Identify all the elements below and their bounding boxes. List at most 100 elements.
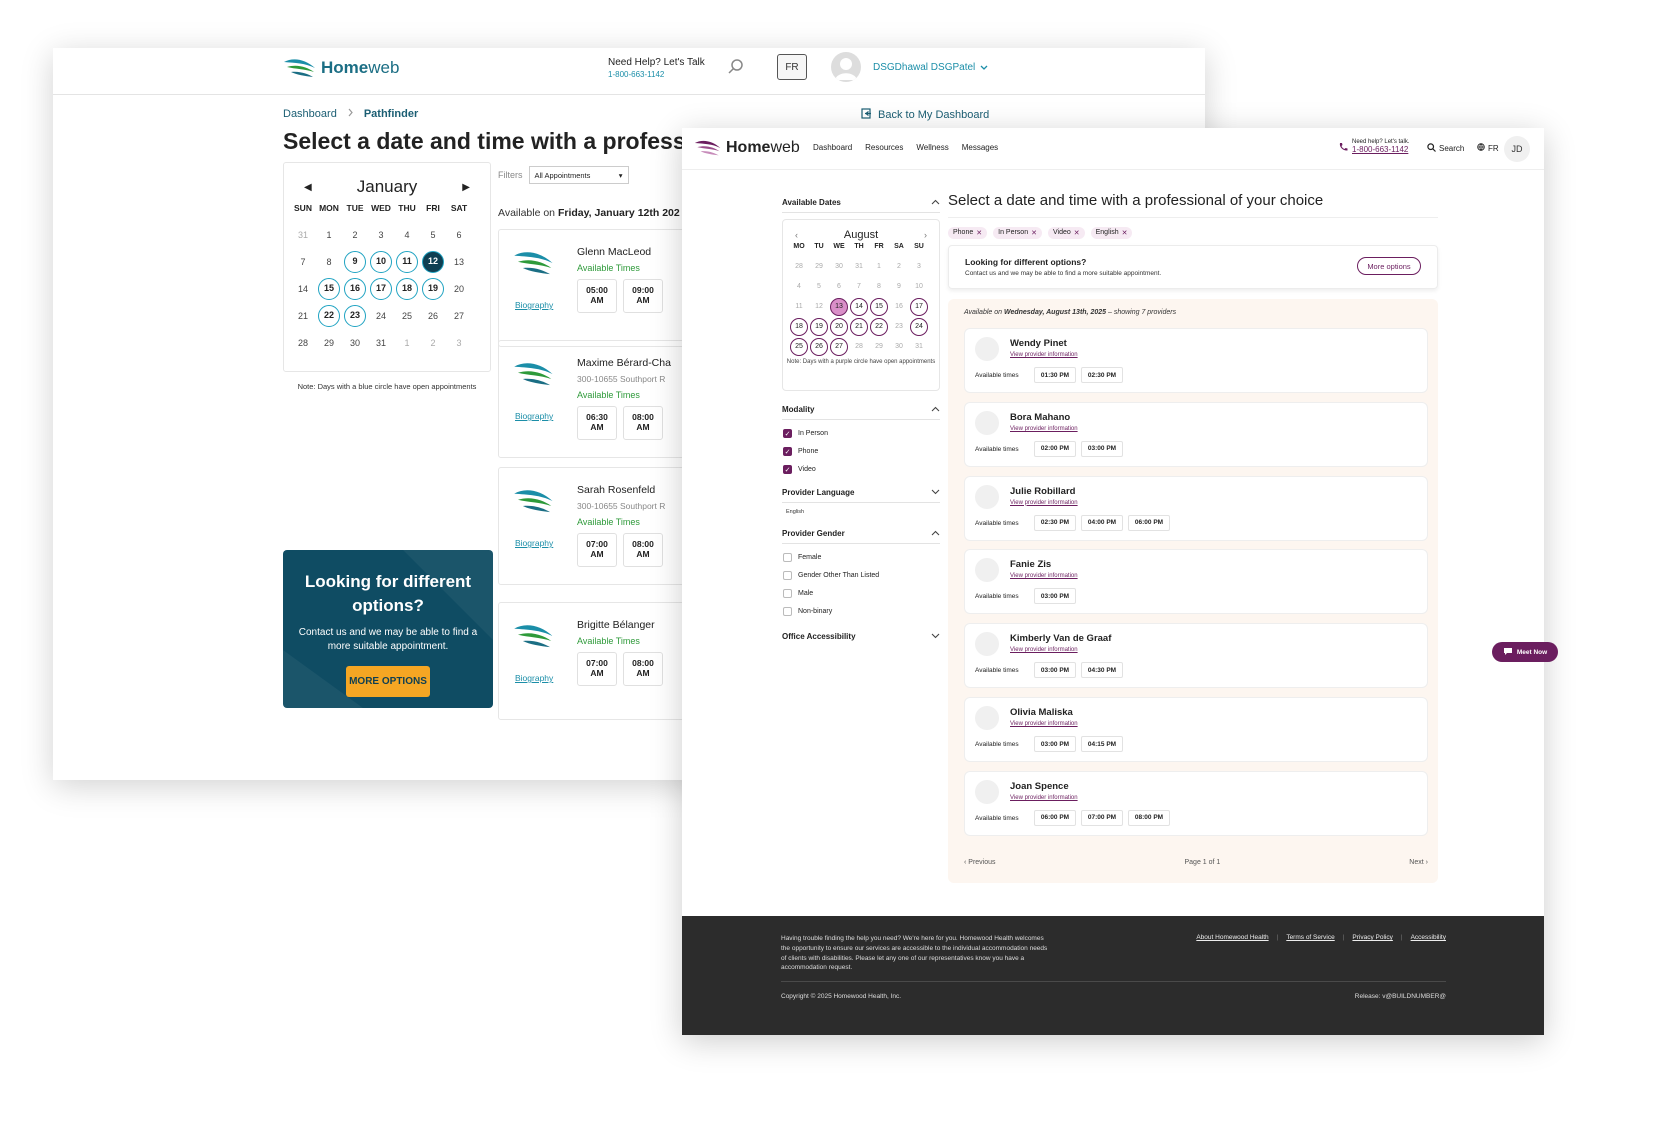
close-icon[interactable]: ✕ — [1074, 229, 1080, 237]
time-slot-button[interactable]: 04:15 PM — [1081, 736, 1123, 752]
footer-link-privacy[interactable]: Privacy Policy — [1352, 934, 1392, 941]
biography-link[interactable]: Biography — [515, 411, 553, 421]
calendar-day[interactable]: 13 — [830, 298, 848, 316]
view-provider-link[interactable]: View provider information — [1010, 647, 1078, 653]
user-name[interactable]: DSGDhawal DSGPatel — [873, 62, 975, 73]
time-slot-button[interactable]: 02:30 PM — [1081, 367, 1123, 383]
time-slot-button[interactable]: 03:00 PM — [1034, 736, 1076, 752]
calendar-day[interactable]: 22 — [870, 318, 888, 336]
prev-month-button[interactable]: ◀ — [304, 182, 312, 193]
language-button[interactable]: FR — [777, 54, 807, 80]
meet-now-button[interactable]: Meet Now — [1492, 642, 1558, 662]
time-slot-button[interactable]: 03:00 PM — [1034, 662, 1076, 679]
time-slot-button[interactable]: 02:30 PM — [1034, 514, 1076, 531]
time-slot-button[interactable]: 05:00 AM — [577, 279, 617, 313]
checkbox-empty-icon[interactable] — [783, 571, 792, 580]
time-slot-button[interactable]: 06:00 PM — [1128, 514, 1170, 531]
checkbox-option[interactable]: ✓ Video — [783, 465, 940, 474]
calendar-day[interactable]: 18 — [790, 318, 808, 336]
gender-section-header[interactable]: Provider Gender — [782, 529, 940, 544]
checkbox-checked-icon[interactable]: ✓ — [783, 447, 792, 456]
back-logo[interactable]: Homeweb — [283, 56, 399, 80]
checkbox-option[interactable]: Female — [783, 553, 940, 562]
back-to-dashboard-link[interactable]: Back to My Dashboard — [861, 108, 989, 122]
calendar-day[interactable]: 11 — [396, 251, 418, 273]
more-options-button[interactable]: More options — [1357, 257, 1421, 275]
search-icon[interactable] — [727, 58, 747, 78]
checkbox-option[interactable]: ✓ Phone — [783, 447, 940, 456]
office-section-header[interactable]: Office Accessibility — [782, 632, 940, 646]
close-icon[interactable]: ✕ — [1122, 229, 1128, 237]
nav-messages[interactable]: Messages — [962, 143, 998, 152]
calendar-day[interactable]: 15 — [318, 278, 340, 300]
dates-section-header[interactable]: Available Dates — [782, 198, 940, 213]
time-slot-button[interactable]: 02:00 PM — [1034, 440, 1076, 457]
checkbox-empty-icon[interactable] — [783, 607, 792, 616]
calendar-day[interactable]: 23 — [344, 305, 366, 327]
calendar-day[interactable]: 10 — [370, 251, 392, 273]
time-slot-button[interactable]: 03:00 PM — [1081, 440, 1123, 457]
filter-chip[interactable]: English ✕ — [1090, 227, 1133, 239]
biography-link[interactable]: Biography — [515, 300, 553, 310]
time-slot-button[interactable]: 08:00 AM — [623, 533, 663, 567]
calendar-day[interactable]: 18 — [396, 278, 418, 300]
filters-select[interactable]: All Appointments ▾ — [528, 166, 629, 184]
calendar-day[interactable]: 26 — [810, 338, 828, 356]
time-slot-button[interactable]: 08:00 PM — [1128, 809, 1170, 826]
search-button[interactable]: Search — [1427, 143, 1464, 154]
checkbox-empty-icon[interactable] — [783, 553, 792, 562]
calendar-day[interactable]: 22 — [318, 305, 340, 327]
checkbox-checked-icon[interactable]: ✓ — [783, 429, 792, 438]
help-phone[interactable]: 1-800-663-1142 — [1352, 145, 1410, 154]
footer-link-accessibility[interactable]: Accessibility — [1411, 934, 1446, 941]
time-slot-button[interactable]: 04:00 PM — [1081, 514, 1123, 531]
filter-chip[interactable]: Phone ✕ — [948, 227, 988, 239]
front-logo[interactable]: Homeweb — [694, 138, 800, 158]
time-slot-button[interactable]: 06:00 PM — [1034, 809, 1076, 826]
language-section-header[interactable]: Provider Language — [782, 488, 940, 503]
calendar-day[interactable]: 15 — [870, 298, 888, 316]
footer-link-terms[interactable]: Terms of Service — [1286, 934, 1334, 941]
calendar-day[interactable]: 25 — [790, 338, 808, 356]
help-phone[interactable]: 1-800-663-1142 — [608, 70, 705, 79]
nav-dashboard[interactable]: Dashboard — [813, 143, 852, 152]
checkbox-checked-icon[interactable]: ✓ — [783, 465, 792, 474]
calendar-day[interactable]: 19 — [422, 278, 444, 300]
calendar-day[interactable]: 17 — [910, 298, 928, 316]
biography-link[interactable]: Biography — [515, 538, 553, 548]
view-provider-link[interactable]: View provider information — [1010, 426, 1078, 432]
next-button[interactable]: Next › — [1409, 859, 1428, 866]
calendar-day[interactable]: 17 — [370, 278, 392, 300]
nav-wellness[interactable]: Wellness — [916, 143, 948, 152]
previous-button[interactable]: ‹ Previous — [964, 859, 996, 866]
calendar-day[interactable]: 27 — [830, 338, 848, 356]
calendar-day[interactable]: 19 — [810, 318, 828, 336]
biography-link[interactable]: Biography — [515, 673, 553, 683]
time-slot-button[interactable]: 07:00 AM — [577, 533, 617, 567]
footer-link-about[interactable]: About Homewood Health — [1196, 934, 1268, 941]
time-slot-button[interactable]: 08:00 AM — [623, 652, 663, 686]
checkbox-option[interactable]: Gender Other Than Listed — [783, 571, 940, 580]
calendar-day[interactable]: 21 — [850, 318, 868, 336]
time-slot-button[interactable]: 07:00 AM — [577, 652, 617, 686]
checkbox-empty-icon[interactable] — [783, 589, 792, 598]
time-slot-button[interactable]: 04:30 PM — [1081, 662, 1123, 679]
language-button[interactable]: FR — [1477, 143, 1499, 153]
modality-section-header[interactable]: Modality — [782, 405, 940, 420]
time-slot-button[interactable]: 03:00 PM — [1034, 588, 1076, 605]
calendar-day[interactable]: 9 — [344, 251, 366, 273]
view-provider-link[interactable]: View provider information — [1010, 721, 1078, 727]
close-icon[interactable]: ✕ — [1031, 229, 1037, 237]
time-slot-button[interactable]: 07:00 PM — [1081, 809, 1123, 826]
nav-resources[interactable]: Resources — [865, 143, 903, 152]
view-provider-link[interactable]: View provider information — [1010, 573, 1078, 579]
chevron-down-icon[interactable] — [979, 60, 989, 78]
calendar-day[interactable]: 14 — [850, 298, 868, 316]
time-slot-button[interactable]: 06:30 AM — [577, 406, 617, 440]
checkbox-option[interactable]: Male — [783, 589, 940, 598]
avatar[interactable]: JD — [1504, 136, 1530, 162]
next-month-button[interactable]: › — [924, 230, 927, 240]
filter-chip[interactable]: In Person ✕ — [993, 227, 1042, 239]
calendar-day[interactable]: 24 — [910, 318, 928, 336]
time-slot-button[interactable]: 09:00 AM — [623, 279, 663, 313]
